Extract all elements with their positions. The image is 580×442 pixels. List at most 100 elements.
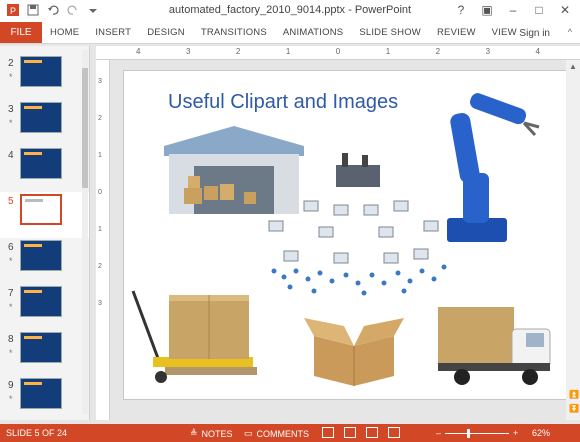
notes-label: NOTES (201, 428, 233, 439)
tab-file[interactable]: FILE (0, 22, 42, 43)
scroll-up-icon[interactable]: ▲ (569, 62, 577, 71)
slide-number: 2 (8, 58, 14, 69)
thumbnail-slide-7[interactable]: 7 * (0, 284, 89, 330)
vertical-ruler: 3 2 1 0 1 2 3 (96, 60, 110, 420)
minimize-icon[interactable]: – (502, 2, 524, 18)
zoom-out-icon[interactable]: – (436, 428, 441, 438)
open-box-clipart[interactable] (304, 306, 404, 386)
notes-button[interactable]: ≜ NOTES (190, 428, 233, 439)
ruler-number: 3 (485, 47, 491, 56)
title-bar: P automated_factory_2010_9014.pptx - Pow… (0, 0, 580, 22)
animation-star-icon: * (9, 72, 13, 82)
thumbnail-slide-5[interactable]: 5 (0, 192, 89, 238)
thumbnail-image (20, 102, 62, 133)
next-slide-icon[interactable]: ⏬ (569, 404, 579, 413)
tab-insert[interactable]: INSERT (87, 22, 139, 43)
window-controls: ? ▣ – □ ✕ (450, 2, 576, 18)
thumbnail-slide-8[interactable]: 8 * (0, 330, 89, 376)
ruler-number: 0 (335, 47, 341, 56)
slide-scrollbar[interactable]: ▲ ⏫ ⏬ (566, 60, 580, 420)
slide-show-icon[interactable] (388, 427, 400, 438)
ruler-number: 2 (98, 115, 102, 122)
thumbnail-slide-4[interactable]: 4 (0, 146, 89, 192)
normal-view-icon[interactable] (322, 427, 334, 438)
ruler-number: 1 (98, 226, 102, 233)
ruler-number: 3 (185, 47, 191, 56)
thumbnail-image (20, 56, 62, 87)
tab-design[interactable]: DESIGN (139, 22, 193, 43)
status-bar: SLIDE 5 OF 24 ≜ NOTES ▭ COMMENTS – + 62% (0, 424, 580, 442)
comments-label: COMMENTS (256, 428, 310, 439)
thumbnail-image (20, 194, 62, 225)
animation-star-icon: * (9, 394, 13, 404)
thumbnail-slide-3[interactable]: 3 * (0, 100, 89, 146)
thumbnail-slide-2[interactable]: 2 * (0, 54, 89, 100)
ruler-number: 3 (98, 300, 102, 307)
comments-button[interactable]: ▭ COMMENTS (244, 428, 309, 439)
factory-network-clipart[interactable] (264, 153, 454, 298)
zoom-in-icon[interactable]: + (513, 428, 518, 438)
animation-star-icon: * (9, 118, 13, 128)
animation-star-icon: * (9, 302, 13, 312)
horizontal-ruler: 4 3 2 1 0 1 2 3 4 (96, 46, 580, 60)
customize-qat-icon[interactable] (86, 3, 100, 17)
thumbnail-image (20, 148, 62, 179)
thumbnails-scrollbar[interactable] (82, 50, 88, 414)
slide-sorter-icon[interactable] (344, 427, 356, 438)
redo-icon[interactable] (66, 3, 80, 17)
robot-arm-clipart[interactable] (439, 93, 554, 248)
ruler-number: 1 (385, 47, 391, 56)
slide-thumbnails-pane: 2 * 3 * 4 5 6 * 7 * 8 * 9 * (0, 46, 90, 420)
undo-icon[interactable] (46, 3, 60, 17)
pallet-jack-clipart[interactable] (129, 281, 269, 391)
zoom-thumb[interactable] (467, 428, 471, 438)
powerpoint-logo-icon: P (6, 3, 20, 17)
slide-number: 3 (8, 104, 14, 115)
slide-number: 8 (8, 334, 14, 345)
ribbon-tabs: FILE HOME INSERT DESIGN TRANSITIONS ANIM… (0, 22, 580, 44)
close-icon[interactable]: ✕ (554, 2, 576, 18)
collapse-ribbon-icon[interactable]: ^ (568, 27, 572, 37)
svg-text:P: P (10, 6, 16, 16)
ruler-number: 4 (136, 47, 141, 56)
ruler-number: 2 (98, 263, 102, 270)
scrollbar-thumb[interactable] (82, 68, 88, 188)
previous-slide-icon[interactable]: ⏫ (569, 390, 579, 399)
comments-icon: ▭ (244, 428, 253, 438)
view-buttons (322, 427, 400, 438)
save-icon[interactable] (26, 3, 40, 17)
ribbon-display-icon[interactable]: ▣ (476, 2, 498, 18)
slide-number: 4 (8, 150, 14, 161)
ruler-number: 2 (435, 47, 441, 56)
slide-canvas[interactable]: Useful Clipart and Images (123, 70, 571, 400)
thumbnail-image (20, 240, 62, 271)
tab-slide-show[interactable]: SLIDE SHOW (351, 22, 429, 43)
sign-in-link[interactable]: Sign in (519, 28, 550, 39)
slide-indicator: SLIDE 5 OF 24 (6, 428, 68, 438)
maximize-icon[interactable]: □ (528, 2, 550, 18)
slide-number: 9 (8, 380, 14, 391)
zoom-percentage[interactable]: 62% (532, 428, 550, 438)
animation-star-icon: * (9, 348, 13, 358)
thumbnail-slide-9[interactable]: 9 * (0, 376, 89, 420)
tab-home[interactable]: HOME (42, 22, 87, 43)
tab-review[interactable]: REVIEW (429, 22, 484, 43)
ruler-number: 2 (235, 47, 241, 56)
ruler-number: 0 (98, 189, 102, 196)
help-icon[interactable]: ? (450, 2, 472, 18)
thumbnail-slide-6[interactable]: 6 * (0, 238, 89, 284)
ruler-number: 1 (98, 152, 102, 159)
reading-view-icon[interactable] (366, 427, 378, 438)
slide-number: 5 (8, 196, 14, 207)
zoom-track[interactable] (445, 428, 510, 438)
ruler-number: 4 (535, 47, 540, 56)
tab-transitions[interactable]: TRANSITIONS (193, 22, 275, 43)
slide-number: 6 (8, 242, 14, 253)
slide-title[interactable]: Useful Clipart and Images (168, 91, 398, 114)
thumbnail-image (20, 286, 62, 317)
zoom-slider[interactable]: – + (436, 428, 518, 438)
tab-animations[interactable]: ANIMATIONS (275, 22, 351, 43)
ruler-number: 1 (285, 47, 291, 56)
thumbnail-image (20, 378, 62, 409)
delivery-truck-clipart[interactable] (434, 301, 559, 396)
